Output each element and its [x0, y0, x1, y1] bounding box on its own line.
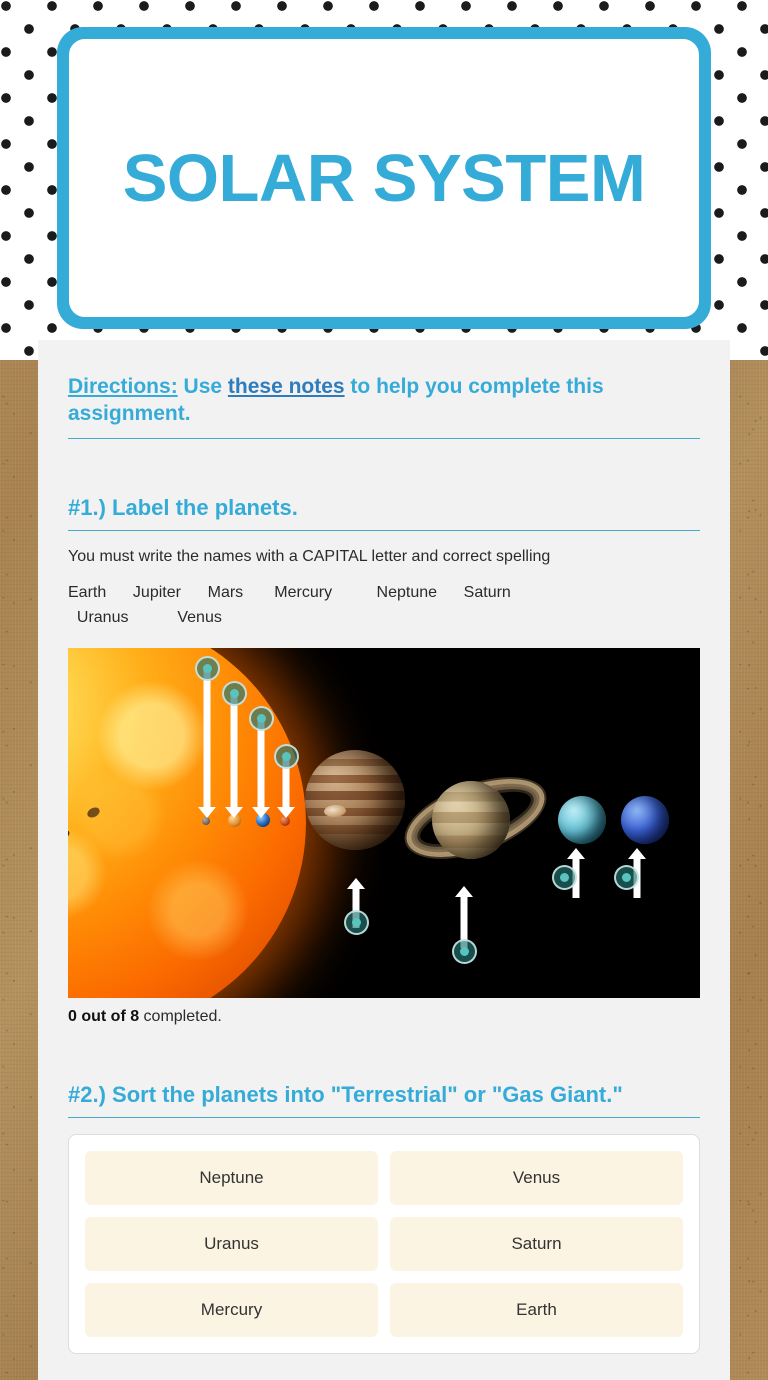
page-title: SOLAR SYSTEM	[122, 140, 646, 216]
question-1-title: #1.) Label the planets.	[68, 494, 298, 520]
great-red-spot	[323, 804, 347, 818]
planet-jupiter	[305, 749, 405, 850]
sort-tile[interactable]: Uranus	[85, 1217, 378, 1272]
title-banner: SOLAR SYSTEM	[57, 27, 711, 329]
answer-marker-saturn[interactable]	[452, 938, 477, 964]
sort-tile-panel: Neptune Venus Uranus Saturn Mercury Eart…	[68, 1134, 700, 1355]
question-2-title: #2.) Sort the planets into "Terrestrial"…	[68, 1081, 623, 1107]
sort-tile-grid: Neptune Venus Uranus Saturn Mercury Eart…	[85, 1151, 683, 1338]
answer-marker-mars[interactable]	[274, 743, 299, 769]
directions-block: Directions: Use these notes to help you …	[68, 340, 700, 439]
label-arrow-mercury	[196, 667, 218, 818]
sun-body	[68, 647, 306, 998]
question-2-block: #2.) Sort the planets into "Terrestrial"…	[68, 1081, 700, 1355]
sort-tile[interactable]: Venus	[390, 1151, 683, 1206]
answer-marker-earth[interactable]	[249, 705, 274, 731]
answer-marker-uranus[interactable]	[552, 864, 577, 890]
worksheet-panel: Directions: Use these notes to help you …	[38, 340, 730, 1380]
directions-pre-link: Use	[183, 375, 228, 398]
question-1-progress: 0 out of 8 completed.	[68, 998, 700, 1026]
answer-marker-jupiter[interactable]	[344, 909, 369, 935]
label-arrow-earth	[250, 717, 272, 818]
question-1-block: #1.) Label the planets. You must write t…	[68, 495, 700, 1026]
planet-uranus	[558, 795, 606, 844]
question-1-instruction: You must write the names with a CAPITAL …	[68, 548, 551, 566]
planet-neptune	[621, 795, 669, 844]
sort-tile[interactable]: Neptune	[85, 1151, 378, 1206]
sort-tile[interactable]: Mercury	[85, 1283, 378, 1338]
directions-divider	[68, 437, 700, 439]
title-banner-inner: SOLAR SYSTEM	[66, 36, 702, 320]
progress-count: 0 out of 8	[68, 1007, 140, 1025]
directions-label: Directions:	[68, 375, 178, 398]
sunspot-icon	[85, 805, 102, 820]
sort-tile[interactable]: Saturn	[390, 1217, 683, 1272]
notes-link[interactable]: these notes	[228, 375, 345, 398]
solar-system-figure	[68, 647, 700, 998]
answer-marker-neptune[interactable]	[614, 864, 639, 890]
directions-text: Directions: Use these notes to help you …	[68, 374, 700, 438]
answer-marker-mercury[interactable]	[195, 655, 220, 681]
planet-mercury	[202, 816, 210, 825]
planet-saturn-group	[396, 763, 555, 882]
question-2-divider	[68, 1117, 700, 1119]
question-1-word-bank: Earth Jupiter Mars Mercury Neptune Satur…	[68, 584, 511, 627]
answer-marker-venus[interactable]	[222, 680, 247, 706]
label-arrow-venus	[223, 692, 245, 818]
sunspot-icon	[68, 827, 72, 844]
progress-suffix: completed.	[139, 1007, 222, 1025]
worksheet-content: Directions: Use these notes to help you …	[38, 340, 730, 1355]
sort-tile[interactable]: Earth	[390, 1283, 683, 1338]
